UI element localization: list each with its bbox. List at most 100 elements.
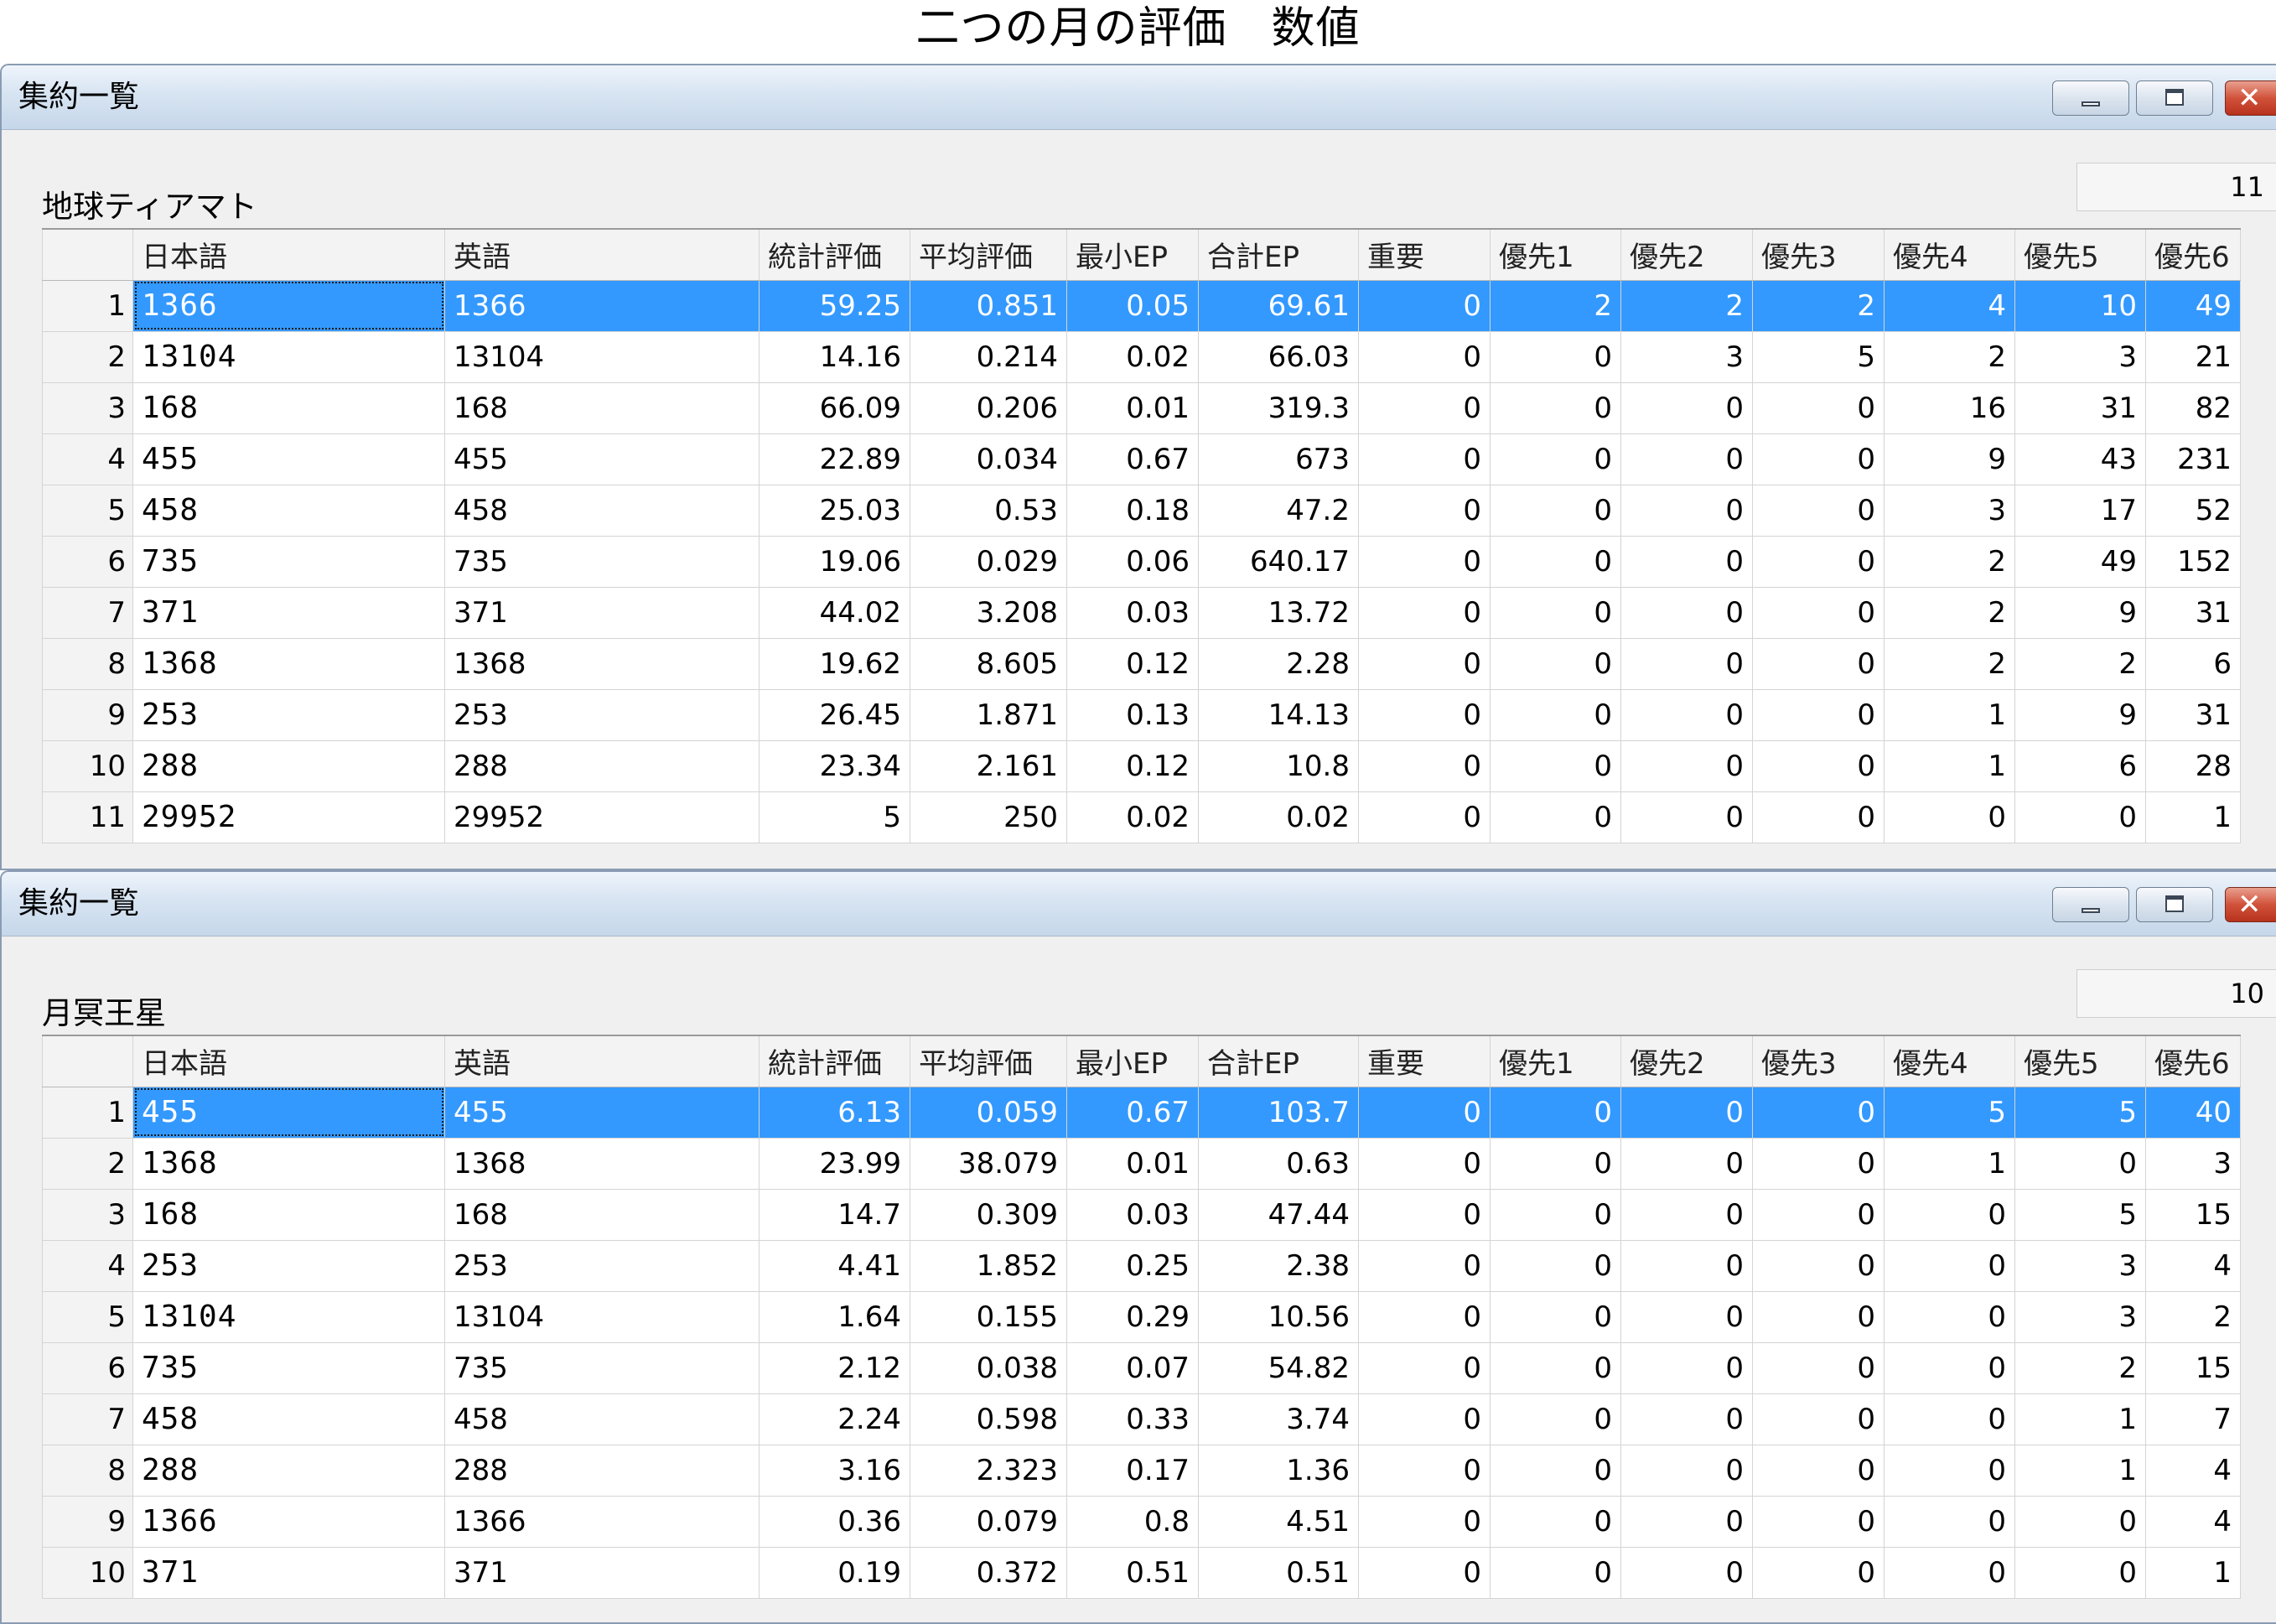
table-cell[interactable]: 2 [2145, 1290, 2241, 1343]
table-row[interactable]: 2 13104 13104 14.16 0.214 0.02 66.03 0 0 3 5 2 3 21 [42, 330, 2241, 383]
table-cell[interactable]: 2.323 [910, 1444, 1067, 1497]
table-cell[interactable]: 2 [1620, 279, 1753, 332]
table-cell[interactable]: 0.02 [1198, 791, 1359, 843]
window-titlebar[interactable]: 集約一覧 ✕ [2, 872, 2276, 937]
table-cell[interactable]: 0 [1490, 1341, 1621, 1394]
table-cell[interactable]: 10 [2014, 279, 2146, 332]
table-cell[interactable]: 69.61 [1198, 279, 1359, 332]
table-cell[interactable]: 49 [2014, 535, 2146, 588]
table-cell[interactable]: 0 [1884, 1393, 2015, 1445]
table-row[interactable]: 4 455 455 22.89 0.034 0.67 673 0 0 0 0 9 43 231 [42, 433, 2241, 485]
table-cell[interactable]: 0 [1620, 1239, 1753, 1292]
table-cell[interactable]: 3 [2145, 1137, 2241, 1190]
table-cell[interactable]: 1.36 [1198, 1444, 1359, 1497]
maximize-button[interactable] [2136, 80, 2213, 116]
table-row[interactable]: 11 29952 29952 5 250 0.02 0.02 0 0 0 0 0 0 1 [42, 791, 2241, 843]
table-cell[interactable]: 4.41 [759, 1239, 910, 1292]
table-row[interactable]: 6 735 735 2.12 0.038 0.07 54.82 0 0 0 0 0 2 15 [42, 1341, 2241, 1394]
table-cell[interactable]: 0.309 [910, 1188, 1067, 1241]
maximize-button[interactable] [2136, 887, 2213, 922]
table-cell[interactable]: 13104 [132, 1290, 445, 1343]
table-cell[interactable]: 0.079 [910, 1495, 1067, 1548]
table-cell[interactable]: 59.25 [759, 279, 910, 332]
table-cell[interactable]: 0.12 [1066, 739, 1199, 792]
table-cell[interactable]: 1366 [444, 279, 760, 332]
column-header[interactable]: 優先2 [1620, 1035, 1753, 1087]
table-cell[interactable]: 0.63 [1198, 1137, 1359, 1190]
table-cell[interactable]: 0 [1620, 535, 1753, 588]
column-header[interactable]: 統計評価 [759, 228, 910, 281]
table-cell[interactable]: 0.214 [910, 330, 1067, 383]
column-header[interactable]: 日本語 [132, 228, 445, 281]
table-cell[interactable]: 458 [132, 484, 445, 537]
row-number-header[interactable] [42, 1035, 133, 1087]
table-cell[interactable]: 2 [1752, 279, 1885, 332]
table-cell[interactable]: 0 [1490, 1495, 1621, 1548]
table-cell[interactable]: 66.03 [1198, 330, 1359, 383]
table-cell[interactable]: 0.03 [1066, 586, 1199, 639]
table-cell[interactable]: 0 [1752, 1393, 1885, 1445]
minimize-button[interactable] [2052, 887, 2129, 922]
table-cell[interactable]: 2.161 [910, 739, 1067, 792]
table-cell[interactable]: 0 [1358, 279, 1491, 332]
window-titlebar[interactable]: 集約一覧 ✕ [2, 65, 2276, 130]
table-cell[interactable]: 1 [1884, 739, 2015, 792]
table-cell[interactable]: 0.029 [910, 535, 1067, 588]
table-cell[interactable]: 253 [444, 688, 760, 741]
table-cell[interactable]: 0.17 [1066, 1444, 1199, 1497]
table-cell[interactable]: 0 [1490, 1546, 1621, 1599]
table-cell[interactable]: 2 [1884, 330, 2015, 383]
table-cell[interactable]: 29952 [132, 791, 445, 843]
table-cell[interactable]: 0 [1490, 1290, 1621, 1343]
table-cell[interactable]: 82 [2145, 381, 2241, 434]
column-header[interactable]: 最小EP [1066, 1035, 1199, 1087]
table-cell[interactable]: 19.62 [759, 637, 910, 690]
table-cell[interactable]: 0.059 [910, 1086, 1067, 1139]
column-header[interactable]: 統計評価 [759, 1035, 910, 1087]
table-cell[interactable]: 1366 [132, 1495, 445, 1548]
table-cell[interactable]: 0 [1752, 381, 1885, 434]
table-cell[interactable]: 54.82 [1198, 1341, 1359, 1394]
column-header[interactable]: 優先2 [1620, 228, 1753, 281]
table-row[interactable]: 3 168 168 14.7 0.309 0.03 47.44 0 0 0 0 0 5 15 [42, 1188, 2241, 1241]
table-cell[interactable]: 14.7 [759, 1188, 910, 1241]
table-cell[interactable]: 0.206 [910, 381, 1067, 434]
table-row[interactable]: 3 168 168 66.09 0.206 0.01 319.3 0 0 0 0 16 31 82 [42, 381, 2241, 434]
table-cell[interactable]: 28 [2145, 739, 2241, 792]
table-cell[interactable]: 0.67 [1066, 1086, 1199, 1139]
table-cell[interactable]: 0 [1620, 791, 1753, 843]
table-cell[interactable]: 0 [1358, 791, 1491, 843]
table-cell[interactable]: 0 [1358, 330, 1491, 383]
table-cell[interactable]: 9 [2014, 586, 2146, 639]
table-cell[interactable]: 0 [1358, 1188, 1491, 1241]
table-cell[interactable]: 640.17 [1198, 535, 1359, 588]
table-cell[interactable]: 0 [1620, 586, 1753, 639]
table-cell[interactable]: 253 [132, 688, 445, 741]
table-cell[interactable]: 455 [132, 433, 445, 485]
table-cell[interactable]: 371 [132, 1546, 445, 1599]
table-cell[interactable]: 10.8 [1198, 739, 1359, 792]
table-cell[interactable]: 455 [132, 1086, 445, 1139]
table-cell[interactable]: 4.51 [1198, 1495, 1359, 1548]
table-cell[interactable]: 1366 [132, 279, 445, 332]
table-cell[interactable]: 168 [444, 1188, 760, 1241]
table-cell[interactable]: 17 [2014, 484, 2146, 537]
column-header[interactable]: 平均評価 [910, 228, 1067, 281]
table-cell[interactable]: 1366 [444, 1495, 760, 1548]
table-cell[interactable]: 0 [1620, 1290, 1753, 1343]
table-cell[interactable]: 0.19 [759, 1546, 910, 1599]
table-cell[interactable]: 13104 [132, 330, 445, 383]
table-cell[interactable]: 0 [1884, 1495, 2015, 1548]
table-cell[interactable]: 66.09 [759, 381, 910, 434]
table-cell[interactable]: 0 [2014, 1546, 2146, 1599]
table-cell[interactable]: 19.06 [759, 535, 910, 588]
table-cell[interactable]: 5 [2014, 1188, 2146, 1241]
table-cell[interactable]: 2 [1884, 586, 2015, 639]
column-header[interactable]: 優先1 [1490, 1035, 1621, 1087]
table-row[interactable]: 7 371 371 44.02 3.208 0.03 13.72 0 0 0 0 2 9 31 [42, 586, 2241, 639]
table-cell[interactable]: 4 [1884, 279, 2015, 332]
table-cell[interactable]: 0.01 [1066, 381, 1199, 434]
table-cell[interactable]: 253 [444, 1239, 760, 1292]
table-cell[interactable]: 0.038 [910, 1341, 1067, 1394]
table-cell[interactable]: 288 [444, 739, 760, 792]
